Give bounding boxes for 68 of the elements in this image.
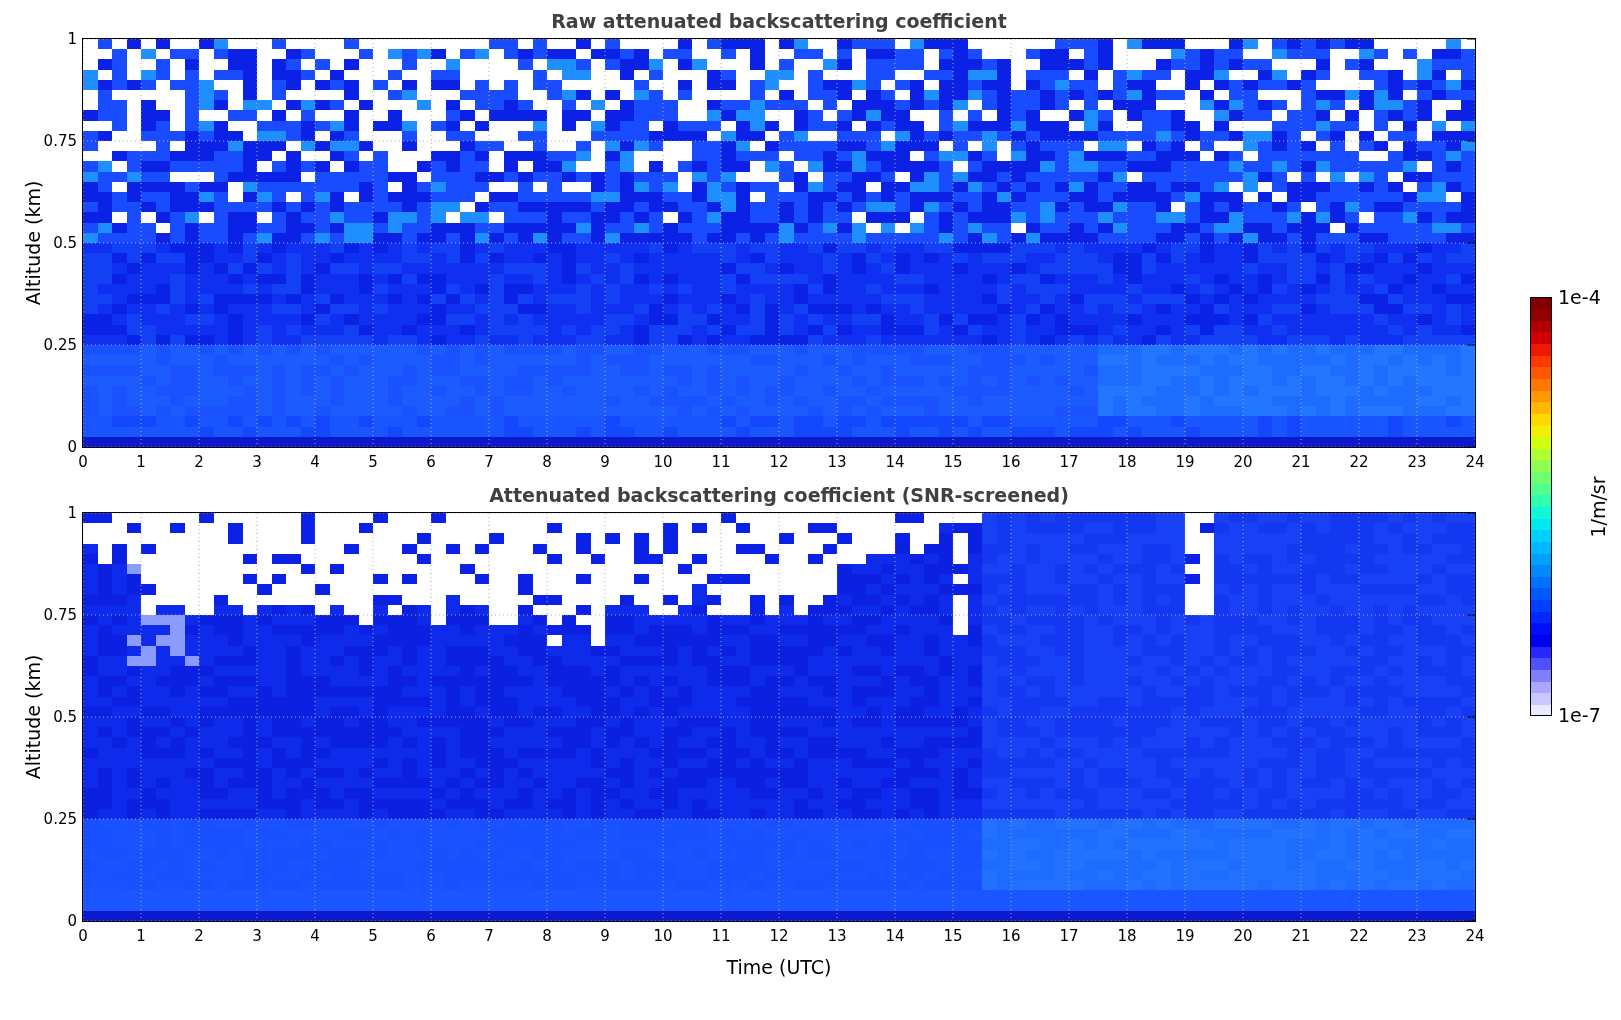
y-axis-label: Altitude (km) — [22, 180, 44, 306]
x-tick-label: 13 — [827, 927, 847, 945]
x-tick-label: 22 — [1349, 927, 1369, 945]
x-tick-label: 2 — [194, 453, 204, 471]
x-tick-label: 17 — [1059, 453, 1079, 471]
x-tick-label: 14 — [885, 927, 905, 945]
y-tick-label: 0.5 — [53, 708, 77, 726]
x-tick-label: 7 — [484, 927, 494, 945]
x-tick-label: 18 — [1117, 453, 1137, 471]
x-tick-label: 9 — [600, 453, 610, 471]
x-tick-label: 15 — [943, 927, 963, 945]
x-axis-label: Time (UTC) — [726, 956, 832, 978]
x-tick-label: 3 — [252, 927, 262, 945]
y-tick-label: 1 — [67, 504, 77, 522]
x-tick-label: 1 — [136, 927, 146, 945]
y-tick-label: 0.75 — [43, 132, 77, 150]
x-tick-label: 21 — [1291, 453, 1311, 471]
x-tick-label: 20 — [1233, 927, 1253, 945]
chart-title: Attenuated backscattering coefficient (SNR-screened) — [489, 483, 1069, 508]
x-tick-label: 20 — [1233, 453, 1253, 471]
y-tick-label: 0 — [67, 438, 77, 456]
x-tick-label: 15 — [943, 453, 963, 471]
x-tick-label: 19 — [1175, 453, 1195, 471]
x-tick-label: 2 — [194, 927, 204, 945]
x-tick-label: 8 — [542, 453, 552, 471]
x-tick-label: 1 — [136, 453, 146, 471]
x-tick-label: 11 — [711, 453, 731, 471]
y-tick-label: 0.5 — [53, 234, 77, 252]
x-tick-label: 4 — [310, 453, 320, 471]
y-tick-label: 0 — [67, 912, 77, 930]
x-tick-label: 24 — [1465, 927, 1485, 945]
y-axis-label: Altitude (km) — [22, 654, 44, 780]
x-tick-label: 18 — [1117, 927, 1137, 945]
x-tick-label: 17 — [1059, 927, 1079, 945]
colorbar-min-label: 1e-7 — [1558, 706, 1601, 725]
x-tick-label: 7 — [484, 453, 494, 471]
x-tick-label: 21 — [1291, 927, 1311, 945]
chart-title: Raw attenuated backscattering coefficient — [551, 9, 1007, 34]
y-tick-label: 0.25 — [43, 336, 77, 354]
y-tick-label: 0.75 — [43, 606, 77, 624]
x-tick-label: 10 — [653, 927, 673, 945]
x-tick-label: 14 — [885, 453, 905, 471]
y-tick-label: 1 — [67, 30, 77, 48]
colorbar-unit-label: 1/m/sr — [1587, 475, 1609, 538]
x-tick-label: 6 — [426, 453, 436, 471]
x-tick-label: 10 — [653, 453, 673, 471]
colorbar-max-label: 1e-4 — [1558, 288, 1601, 307]
x-tick-label: 23 — [1407, 927, 1427, 945]
x-tick-label: 12 — [769, 453, 789, 471]
x-tick-label: 5 — [368, 453, 378, 471]
x-tick-label: 12 — [769, 927, 789, 945]
x-tick-label: 0 — [78, 927, 88, 945]
x-tick-label: 23 — [1407, 453, 1427, 471]
x-tick-label: 16 — [1001, 927, 1021, 945]
x-tick-label: 13 — [827, 453, 847, 471]
x-tick-label: 22 — [1349, 453, 1369, 471]
x-tick-label: 5 — [368, 927, 378, 945]
x-tick-label: 8 — [542, 927, 552, 945]
x-tick-label: 9 — [600, 927, 610, 945]
x-tick-label: 6 — [426, 927, 436, 945]
x-tick-label: 0 — [78, 453, 88, 471]
x-tick-label: 19 — [1175, 927, 1195, 945]
x-tick-label: 16 — [1001, 453, 1021, 471]
x-tick-label: 24 — [1465, 453, 1485, 471]
x-tick-label: 4 — [310, 927, 320, 945]
y-tick-label: 0.25 — [43, 810, 77, 828]
x-tick-label: 3 — [252, 453, 262, 471]
x-tick-label: 11 — [711, 927, 731, 945]
